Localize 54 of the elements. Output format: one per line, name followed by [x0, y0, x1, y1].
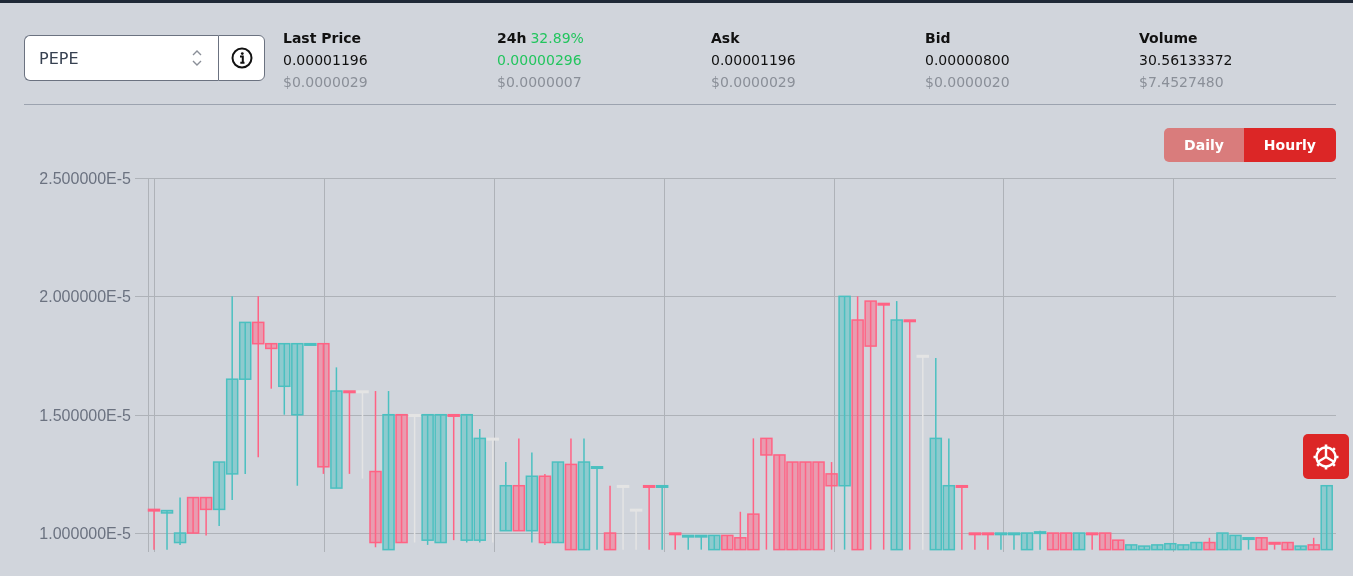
candlestick: [1190, 541, 1203, 551]
candlestick: [1164, 542, 1177, 551]
candlestick: [1203, 537, 1216, 551]
stat-label: 24h: [497, 29, 527, 48]
candlestick: [695, 534, 708, 551]
y-axis-label: 1.500000E-5: [39, 406, 131, 424]
candlestick: [708, 534, 721, 551]
candlestick: [160, 509, 174, 551]
stat-label: Volume: [1139, 29, 1198, 48]
candlestick: [1033, 529, 1047, 551]
usd-value: $0.0000007: [497, 73, 583, 92]
candlestick: [1007, 532, 1021, 551]
stat-value: 0.00001196: [711, 51, 797, 70]
stat-value: 0.00001196: [283, 51, 369, 70]
usd-value: $7.4527480: [1139, 73, 1225, 92]
info-button[interactable]: [218, 35, 265, 81]
candlestick: [682, 534, 695, 551]
candlestick: [186, 496, 200, 534]
settings-icon: [1312, 442, 1340, 471]
y-axis-label: 1.000000E-5: [39, 525, 131, 543]
candlestick: [1229, 534, 1242, 551]
chevron-icon: [192, 49, 202, 67]
stat-label: Ask: [711, 29, 740, 48]
candlestick: [1020, 532, 1034, 551]
usd-value: $0.0000029: [711, 73, 797, 92]
stat-label: Bid: [925, 29, 951, 48]
info-icon: [230, 47, 253, 69]
change-percent: 32.89%: [530, 29, 584, 48]
stat-label: Last Price: [283, 29, 362, 48]
y-axis-label: 2.000000E-5: [39, 288, 131, 306]
usd-value: $0.0000029: [283, 73, 369, 92]
stat-value: 0.00000800: [925, 51, 1011, 70]
candlestick: [1085, 532, 1099, 551]
candlestick: [1242, 537, 1255, 551]
interval-tab[interactable]: Hourly: [1243, 128, 1336, 162]
candlestick: [981, 532, 995, 551]
interval-tab[interactable]: Daily: [1164, 128, 1244, 162]
pair-value: PEPE: [39, 48, 79, 68]
y-axis-label: 2.500000E-5: [39, 170, 131, 187]
usd-value: $0.0000020: [925, 73, 1011, 92]
stat-value: 0.00000296: [497, 51, 583, 70]
candlestick: [1046, 532, 1060, 551]
candlestick: [1216, 532, 1229, 551]
stat-value: 30.56133372: [1139, 51, 1234, 70]
candlestick: [1255, 537, 1268, 551]
candlestick: [1059, 532, 1073, 551]
candlestick: [1072, 532, 1086, 551]
settings-button[interactable]: [1303, 434, 1349, 479]
candlestick: [147, 508, 161, 551]
candlestick: [994, 532, 1008, 551]
pair-select[interactable]: PEPE: [24, 35, 218, 81]
candlestick: [1268, 541, 1281, 551]
candlestick: [173, 496, 187, 546]
candlestick: [603, 484, 617, 551]
